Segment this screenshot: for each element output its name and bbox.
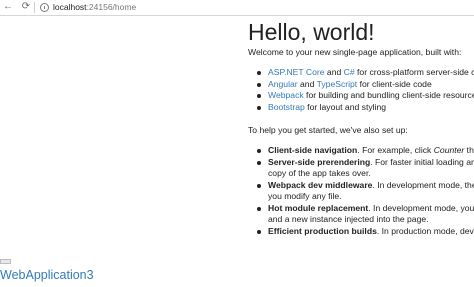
browser-toolbar: ← ⟳ localhost:24156/home xyxy=(0,0,474,16)
csharp-link[interactable]: C# xyxy=(344,67,355,77)
feature-title: Client-side navigation xyxy=(268,145,358,155)
webpack-link[interactable]: Webpack xyxy=(268,90,304,100)
list-item: Server-side prerendering. For faster ini… xyxy=(248,157,474,169)
list-text: and xyxy=(324,67,344,77)
aspnet-core-link[interactable]: ASP.NET Core xyxy=(268,67,325,77)
angular-link[interactable]: Angular xyxy=(268,79,298,89)
feature-title: Efficient production builds xyxy=(268,225,377,236)
technology-list: ASP.NET Core and C# for cross-platform s… xyxy=(248,67,474,113)
list-item: Hot module replacement. In development m… xyxy=(248,203,474,215)
feature-text: . For faster initial loading and xyxy=(370,156,474,167)
feature-continuation: you modify any file. xyxy=(268,191,342,201)
feature-title: Webpack dev middleware xyxy=(268,179,373,190)
feature-text: . In development mode, there xyxy=(372,179,474,190)
list-text: for cross-platform server-side code xyxy=(357,67,474,77)
list-text: and xyxy=(297,78,317,89)
feature-continuation: and a new instance injected into the pag… xyxy=(268,214,429,224)
list-text: for client-side code xyxy=(357,78,432,89)
address-bar[interactable]: localhost:24156/home xyxy=(53,0,136,14)
list-item: Webpack dev middleware. In development m… xyxy=(248,180,474,192)
url-path: :24156/home xyxy=(86,2,137,12)
brand-link[interactable]: WebApplication3 xyxy=(0,268,94,282)
feature-text: then xyxy=(466,145,474,155)
list-item: Angular and TypeScript for client-side c… xyxy=(248,79,474,91)
list-item: Webpack for building and bundling client… xyxy=(248,90,474,102)
back-arrow-icon[interactable]: ← xyxy=(2,0,14,14)
list-item: Bootstrap for layout and styling xyxy=(248,102,474,114)
feature-text: . In production mode, develo xyxy=(376,225,474,236)
url-host: localhost xyxy=(53,2,87,12)
reload-icon[interactable]: ⟳ xyxy=(20,0,32,14)
list-text: for building and bundling client-side re… xyxy=(303,90,474,100)
toolbar-divider xyxy=(34,2,35,13)
list-item: ASP.NET Core and C# for cross-platform s… xyxy=(248,67,474,79)
counter-emphasis: Counter xyxy=(433,145,465,155)
feature-text: . In development mode, you c xyxy=(368,202,474,213)
features-list: Client-side navigation. For example, cli… xyxy=(248,145,474,237)
feature-continuation: copy of the app takes over. xyxy=(268,168,371,178)
help-text: To help you get started, we've also set … xyxy=(248,125,408,135)
navbar-toggle-button[interactable] xyxy=(0,259,11,264)
bootstrap-link[interactable]: Bootstrap xyxy=(268,102,305,112)
list-text: for layout and styling xyxy=(304,101,387,112)
page-title: Hello, world! xyxy=(248,19,375,45)
typescript-link[interactable]: TypeScript xyxy=(317,79,358,89)
intro-text: Welcome to your new single-page applicat… xyxy=(248,47,462,57)
feature-text: . For example, click xyxy=(357,145,434,155)
list-item: Efficient production builds. In producti… xyxy=(248,226,474,238)
main-content: Hello, world! Welcome to your new single… xyxy=(248,18,474,236)
feature-title: Hot module replacement xyxy=(268,202,369,213)
feature-title: Server-side prerendering xyxy=(268,156,371,167)
list-item: Client-side navigation. For example, cli… xyxy=(248,145,474,157)
site-info-icon[interactable] xyxy=(40,3,49,12)
